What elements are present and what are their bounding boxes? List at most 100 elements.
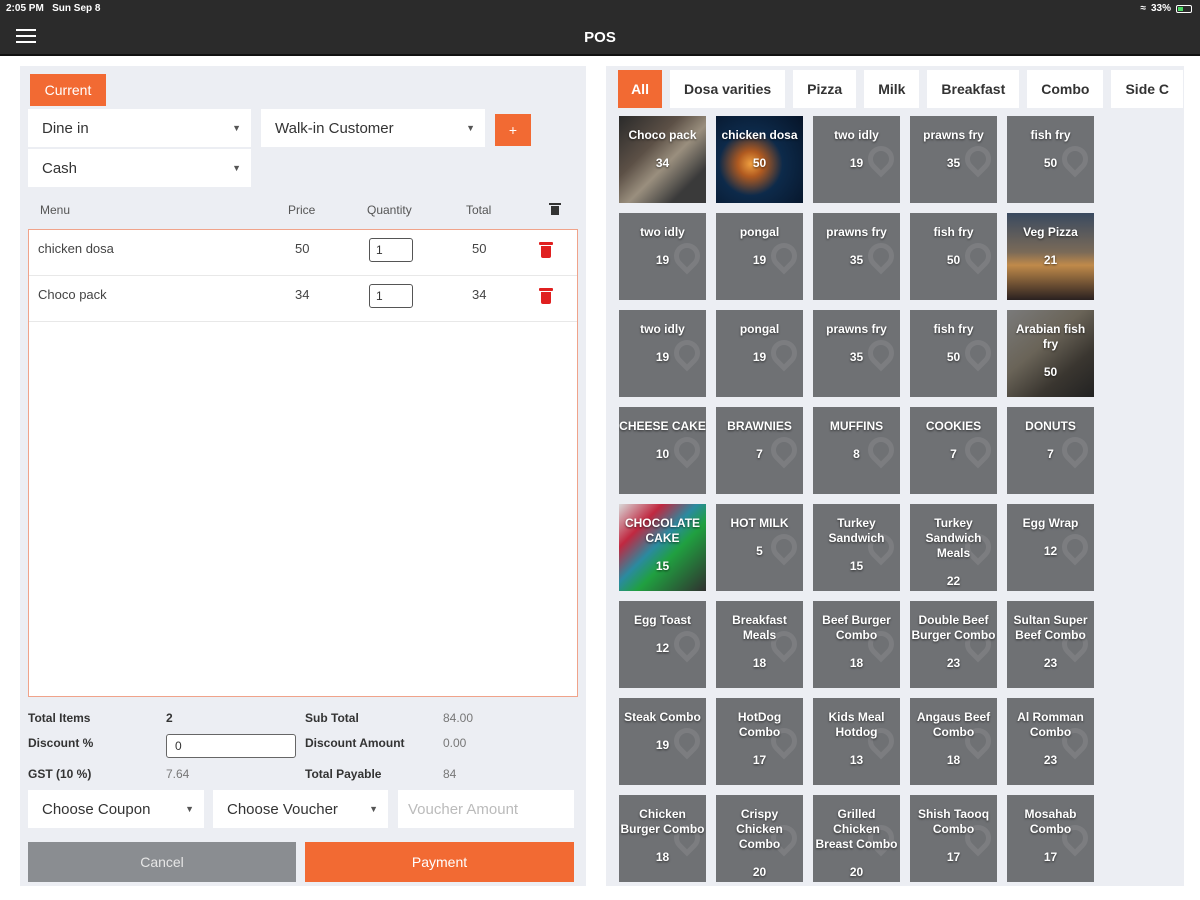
product-price: 18 xyxy=(849,656,864,670)
discount-pct-input[interactable] xyxy=(166,734,296,758)
product-tile[interactable]: Turkey Sandwich Meals 22 xyxy=(910,504,997,591)
category-tab[interactable]: Milk xyxy=(864,70,920,108)
product-name: fish fry xyxy=(1030,128,1071,142)
product-price: 21 xyxy=(1043,253,1058,267)
product-tile[interactable]: COOKIES 7 xyxy=(910,407,997,494)
product-name: Kids Meal Hotdog xyxy=(828,710,885,739)
divider xyxy=(0,54,1200,56)
product-tile[interactable]: Beef Burger Combo 18 xyxy=(813,601,900,688)
product-tile[interactable]: HotDog Combo 17 xyxy=(716,698,803,785)
product-tile[interactable]: BRAWNIES 7 xyxy=(716,407,803,494)
product-price: 18 xyxy=(655,850,670,864)
product-name: DONUTS xyxy=(1025,419,1076,433)
product-tile[interactable]: Chicken Burger Combo 18 xyxy=(619,795,706,882)
product-tile[interactable]: prawns fry 35 xyxy=(813,213,900,300)
product-tile[interactable]: Shish Taooq Combo 17 xyxy=(910,795,997,882)
product-tile[interactable]: Kids Meal Hotdog 13 xyxy=(813,698,900,785)
product-price: 19 xyxy=(655,350,670,364)
payment-button[interactable]: Payment xyxy=(305,842,574,882)
product-name: pongal xyxy=(739,225,780,239)
product-tile[interactable]: Choco pack 34 xyxy=(619,116,706,203)
payment-method-value: Cash xyxy=(42,159,78,177)
product-name: Mosahab Combo xyxy=(1024,807,1077,836)
category-tab[interactable]: Combo xyxy=(1027,70,1104,108)
voucher-amount-input[interactable] xyxy=(398,790,574,828)
total-items-label: Total Items xyxy=(28,711,91,725)
coupon-select[interactable]: Choose Coupon ▼ xyxy=(28,790,204,828)
product-name: Sultan Super Beef Combo xyxy=(1013,613,1088,642)
voucher-select[interactable]: Choose Voucher ▼ xyxy=(213,790,388,828)
product-name: two idly xyxy=(834,128,879,142)
product-name: Turkey Sandwich Meals xyxy=(925,516,982,560)
product-name: pongal xyxy=(739,322,780,336)
product-price: 7 xyxy=(950,447,957,461)
product-tile[interactable]: Angaus Beef Combo 18 xyxy=(910,698,997,785)
product-price: 19 xyxy=(752,350,767,364)
product-tile[interactable]: Al Romman Combo 23 xyxy=(1007,698,1094,785)
product-tile[interactable]: Breakfast Meals 18 xyxy=(716,601,803,688)
product-tile[interactable]: Egg Toast 12 xyxy=(619,601,706,688)
product-tile[interactable]: two idly 19 xyxy=(813,116,900,203)
category-tab[interactable]: Breakfast xyxy=(927,70,1020,108)
product-name: prawns fry xyxy=(923,128,984,142)
order-panel: Current Dine in ▼ Walk-in Customer ▼ + C… xyxy=(20,66,586,886)
quantity-input[interactable] xyxy=(369,284,413,308)
product-price: 22 xyxy=(946,574,961,588)
cart-item-total: 50 xyxy=(472,241,487,256)
product-tile[interactable]: Veg Pizza 21 xyxy=(1007,213,1094,300)
product-tile[interactable]: Sultan Super Beef Combo 23 xyxy=(1007,601,1094,688)
product-tile[interactable]: Turkey Sandwich 15 xyxy=(813,504,900,591)
add-customer-button[interactable]: + xyxy=(495,114,531,146)
product-price: 15 xyxy=(655,559,670,573)
product-price: 17 xyxy=(1043,850,1058,864)
category-tab[interactable]: Dosa varities xyxy=(670,70,786,108)
cancel-button[interactable]: Cancel xyxy=(28,842,296,882)
product-tile[interactable]: Crispy Chicken Combo 20 xyxy=(716,795,803,882)
product-tile[interactable]: chicken dosa 50 xyxy=(716,116,803,203)
product-name: Breakfast Meals xyxy=(732,613,787,642)
current-order-tab[interactable]: Current xyxy=(30,74,106,106)
product-tile[interactable]: HOT MILK 5 xyxy=(716,504,803,591)
product-tile[interactable]: Mosahab Combo 17 xyxy=(1007,795,1094,882)
delete-item-trash-icon[interactable] xyxy=(539,288,553,304)
product-tile[interactable]: fish fry 50 xyxy=(910,213,997,300)
product-tile[interactable]: fish fry 50 xyxy=(1007,116,1094,203)
order-type-select[interactable]: Dine in ▼ xyxy=(28,109,251,147)
product-tile[interactable]: prawns fry 35 xyxy=(910,116,997,203)
product-tile[interactable]: pongal 19 xyxy=(716,310,803,397)
product-tile[interactable]: prawns fry 35 xyxy=(813,310,900,397)
product-tile[interactable]: DONUTS 7 xyxy=(1007,407,1094,494)
product-tile[interactable]: two idly 19 xyxy=(619,213,706,300)
product-tile[interactable]: Arabian fish fry 50 xyxy=(1007,310,1094,397)
product-tile[interactable]: fish fry 50 xyxy=(910,310,997,397)
payment-method-select[interactable]: Cash ▼ xyxy=(28,149,251,187)
product-name: Veg Pizza xyxy=(1023,225,1078,239)
product-tile[interactable]: Egg Wrap 12 xyxy=(1007,504,1094,591)
product-tile[interactable]: CHOCOLATE CAKE 15 xyxy=(619,504,706,591)
product-tile[interactable]: CHEESE CAKE 10 xyxy=(619,407,706,494)
gst-label: GST (10 %) xyxy=(28,767,92,781)
product-tile[interactable]: Double Beef Burger Combo 23 xyxy=(910,601,997,688)
product-tile[interactable]: two idly 19 xyxy=(619,310,706,397)
cart-header: Menu Price Quantity Total xyxy=(28,194,577,228)
category-tab[interactable]: All xyxy=(618,70,662,108)
product-price: 34 xyxy=(655,156,670,170)
quantity-input[interactable] xyxy=(369,238,413,262)
category-tab[interactable]: Side C xyxy=(1111,70,1184,108)
product-price: 18 xyxy=(752,656,767,670)
delete-item-trash-icon[interactable] xyxy=(539,242,553,258)
discount-amount-value: 0.00 xyxy=(443,736,467,750)
product-tile[interactable]: Grilled Chicken Breast Combo 20 xyxy=(813,795,900,882)
product-tile[interactable]: Steak Combo 19 xyxy=(619,698,706,785)
customer-select[interactable]: Walk-in Customer ▼ xyxy=(261,109,485,147)
product-price: 15 xyxy=(849,559,864,573)
clear-cart-trash-icon[interactable] xyxy=(549,203,561,215)
product-price: 8 xyxy=(853,447,860,461)
cart-list: chicken dosa 50 50 Choco pack 34 34 xyxy=(28,229,578,697)
category-tab[interactable]: Pizza xyxy=(793,70,857,108)
cart-row: Choco pack 34 34 xyxy=(29,276,577,322)
product-tile[interactable]: MUFFINS 8 xyxy=(813,407,900,494)
product-name: Turkey Sandwich xyxy=(828,516,885,545)
product-tile[interactable]: pongal 19 xyxy=(716,213,803,300)
battery-icon xyxy=(1176,4,1192,13)
